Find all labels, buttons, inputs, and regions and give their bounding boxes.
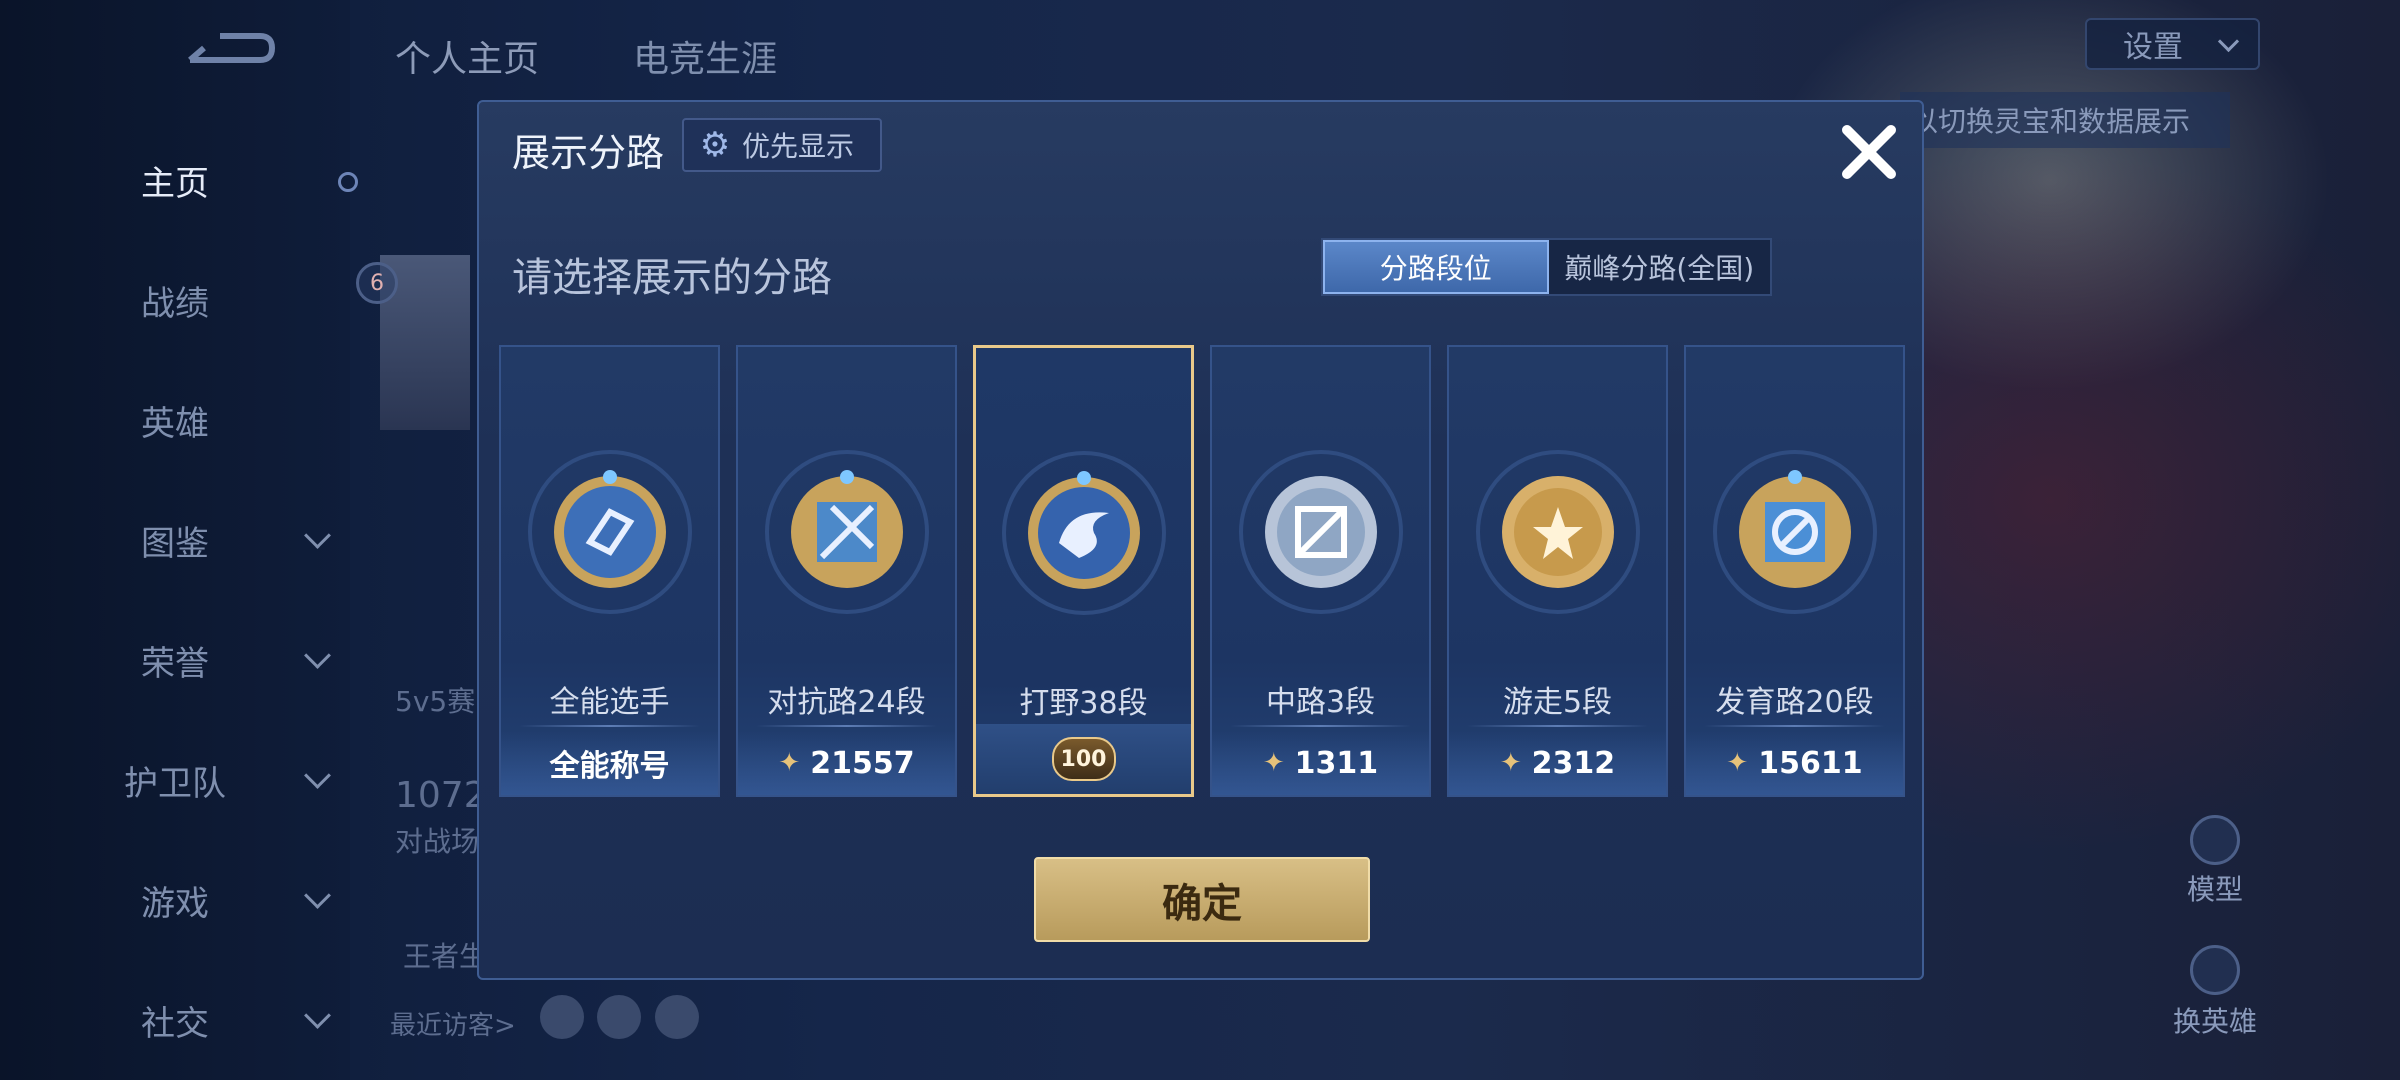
settings-label: 设置	[2123, 30, 2183, 65]
lane-name: 发育路20段	[1715, 685, 1874, 720]
tab-profile[interactable]: 个人主页	[395, 30, 539, 82]
back-icon[interactable]	[180, 30, 280, 80]
lane-card-mid[interactable]: 中路3段 ✦ 1311	[1210, 345, 1431, 797]
confirm-button[interactable]: 确定	[1034, 857, 1370, 942]
switch-hero-icon[interactable]	[2190, 945, 2240, 995]
lane-score: ✦ 21557	[738, 731, 955, 795]
score-icon: ✦	[1726, 748, 1749, 778]
lane-title: 全能称号	[501, 731, 718, 795]
sidebar-item-codex[interactable]: 图鉴	[0, 500, 350, 580]
selected-footer: 100	[976, 724, 1191, 794]
chevron-down-icon	[304, 762, 331, 789]
sidebar-item-record[interactable]: 战绩	[0, 260, 350, 340]
sidebar-item-label: 战绩	[141, 283, 209, 324]
sidebar-item-label: 荣誉	[141, 643, 209, 684]
chevron-down-icon	[304, 882, 331, 909]
tab-peak-lane[interactable]: 巅峰分路(全国)	[1549, 240, 1771, 294]
tab-lane-rank[interactable]: 分路段位	[1323, 240, 1549, 294]
lane-score: ✦ 2312	[1449, 731, 1666, 795]
jungle-emblem-icon	[1001, 451, 1166, 615]
lane-score-value: 2312	[1531, 745, 1616, 781]
lane-score-value: 1311	[1294, 745, 1379, 781]
switch-hero-label: 换英雄	[2172, 1005, 2257, 1038]
visitor-avatar[interactable]	[655, 995, 699, 1039]
active-indicator	[338, 172, 358, 192]
sidebar-item-honor[interactable]: 荣誉	[0, 620, 350, 700]
score-icon: ✦	[1262, 748, 1285, 778]
sidebar-item-social[interactable]: 社交	[0, 980, 350, 1060]
sidebar: 主页 战绩 英雄 图鉴 荣誉 护卫队 游戏 社交	[0, 0, 358, 1080]
lane-display-dialog: 展示分路 ⚙ 优先显示 请选择展示的分路 分路段位 巅峰分路(全国) 全能选手 …	[477, 100, 1924, 980]
lane-card-jungle[interactable]: 打野38段 100	[973, 345, 1194, 797]
lane-name: 中路3段	[1265, 685, 1376, 720]
priority-display-button[interactable]: ⚙ 优先显示	[682, 118, 882, 172]
chevron-down-icon	[304, 522, 331, 549]
lane-mode-switch: 分路段位 巅峰分路(全国)	[1321, 238, 1772, 296]
lane-card-clash[interactable]: 对抗路24段 ✦ 21557	[736, 345, 957, 797]
sidebar-item-game[interactable]: 游戏	[0, 860, 350, 940]
divider	[756, 725, 937, 727]
mid-lane-emblem-icon	[1238, 450, 1403, 614]
dialog-subtitle: 请选择展示的分路	[512, 255, 832, 301]
sidebar-item-label: 社交	[141, 1003, 209, 1044]
visitor-avatar[interactable]	[540, 995, 584, 1039]
roam-emblem-icon	[1475, 450, 1640, 614]
lane-card-all-round[interactable]: 全能选手 全能称号	[499, 345, 720, 797]
lane-name: 游走5段	[1502, 685, 1613, 720]
sidebar-item-label: 主页	[141, 163, 209, 204]
lane-score: ✦ 1311	[1212, 731, 1429, 795]
priority-display-label: 优先显示	[742, 130, 855, 163]
farm-lane-emblem-icon	[1712, 450, 1877, 614]
battle-label: 对战场	[395, 825, 480, 858]
sidebar-item-label: 游戏	[141, 883, 209, 924]
rank-badge: 100	[1051, 737, 1116, 781]
all-round-emblem-icon	[527, 450, 692, 614]
level-badge: 6	[356, 262, 398, 304]
sidebar-item-home[interactable]: 主页	[0, 140, 350, 220]
chevron-down-icon	[304, 642, 331, 669]
clash-lane-emblem-icon	[764, 450, 929, 614]
chevron-down-icon	[2217, 30, 2240, 53]
lane-score-value: 21557	[810, 745, 915, 781]
sidebar-item-heroes[interactable]: 英雄	[0, 380, 350, 460]
battle-count: 1072	[395, 775, 487, 816]
lane-card-roam[interactable]: 游走5段 ✦ 2312	[1447, 345, 1668, 797]
score-icon: ✦	[1499, 748, 1522, 778]
tab-esports-career[interactable]: 电竞生涯	[633, 30, 777, 82]
sidebar-item-label: 护卫队	[124, 763, 226, 804]
lane-name: 全能选手	[549, 685, 670, 720]
lane-card-farm[interactable]: 发育路20段 ✦ 15611	[1684, 345, 1905, 797]
divider	[1467, 725, 1648, 727]
sidebar-item-guard[interactable]: 护卫队	[0, 740, 350, 820]
model-label: 模型	[2186, 873, 2243, 906]
lane-name: 对抗路24段	[767, 685, 926, 720]
hint-bar: 以切换灵宝和数据展示	[1900, 92, 2230, 148]
sidebar-item-label: 英雄	[141, 403, 209, 444]
king-label: 王者生	[403, 940, 488, 973]
chevron-down-icon	[304, 1002, 331, 1029]
gear-icon: ⚙	[699, 125, 731, 165]
dialog-title: 展示分路	[512, 131, 665, 175]
sidebar-item-label: 图鉴	[141, 523, 209, 564]
match-label: 5v5赛	[395, 685, 476, 718]
recent-visitors-link[interactable]: 最近访客>	[390, 1005, 516, 1042]
model-icon[interactable]	[2190, 815, 2240, 865]
lane-score-value: 15611	[1758, 745, 1863, 781]
divider	[1704, 725, 1885, 727]
close-icon[interactable]	[1829, 112, 1909, 192]
divider	[1230, 725, 1411, 727]
lane-card-list: 全能选手 全能称号 对抗路24段 ✦ 21557 打野38段 100 中路3段 …	[499, 345, 1905, 797]
visitor-avatar[interactable]	[597, 995, 641, 1039]
divider	[519, 725, 700, 727]
lane-score: ✦ 15611	[1686, 731, 1903, 795]
score-icon: ✦	[778, 748, 801, 778]
lane-name: 打野38段	[1019, 686, 1148, 721]
settings-dropdown[interactable]: 设置	[2085, 18, 2260, 70]
